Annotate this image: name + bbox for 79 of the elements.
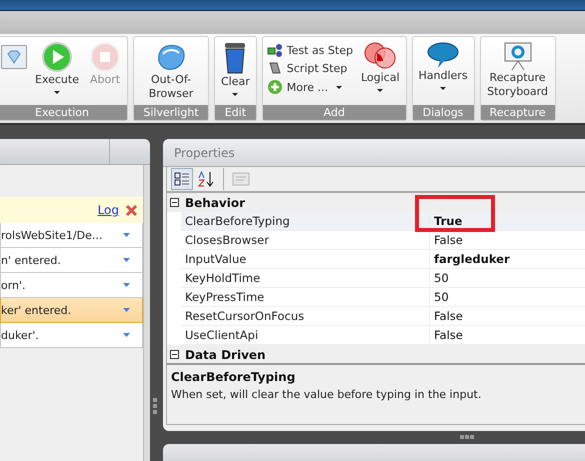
property-row[interactable]: KeyHoldTime 50 (181, 269, 585, 288)
property-name: KeyHoldTime (181, 269, 430, 287)
description-title: ClearBeforeTyping (171, 370, 296, 384)
category-label: Behavior (185, 196, 246, 210)
close-icon[interactable] (125, 204, 138, 216)
group-label: Dialogs (412, 105, 474, 120)
property-name: InputValue (181, 250, 430, 268)
ribbon-button[interactable]: Out-Of-Browser (138, 39, 204, 103)
log-row[interactable]: rolsWebSite1/De... (0, 223, 143, 248)
gears-icon (266, 43, 283, 57)
ribbon-button[interactable]: Clear (219, 39, 252, 98)
property-value: False (433, 308, 463, 325)
splitter-grip[interactable] (153, 398, 157, 416)
log-link[interactable]: Log (98, 203, 119, 217)
caret-icon (232, 93, 238, 96)
ribbon-button[interactable]: Script Step (266, 60, 353, 76)
ribbon-button[interactable]: Test as Step (266, 42, 353, 58)
property-value: False (433, 327, 463, 344)
group-label: Silverlight (134, 105, 208, 120)
log-row[interactable]: orn'. (0, 273, 143, 298)
property-name: KeyPressTime (181, 288, 430, 306)
play-icon (41, 41, 73, 73)
property-value: True (433, 213, 462, 230)
gem-icon (6, 50, 22, 64)
log-row[interactable]: ker' entered. (0, 298, 143, 323)
ribbon-button[interactable]: Recapture Storyboard (484, 39, 551, 101)
log-row[interactable]: duker'. (0, 323, 143, 348)
category-label: Data Driven (185, 348, 266, 362)
property-row[interactable]: KeyPressTime 50 (181, 288, 585, 307)
easel-icon (504, 41, 532, 71)
property-value: 50 (433, 270, 449, 287)
ribbon-button[interactable]: Logical (358, 39, 402, 94)
caret-icon (336, 86, 342, 88)
ribbon-button[interactable]: Execute (33, 39, 81, 96)
property-value: False (433, 232, 463, 249)
caret-icon (440, 87, 446, 90)
property-row[interactable]: ClearBeforeTyping True (181, 212, 585, 231)
scrollbar[interactable] (143, 165, 150, 461)
categorized-view-button[interactable] (171, 168, 193, 190)
caret-icon[interactable] (123, 308, 130, 312)
group-label: Execution (0, 105, 127, 120)
caret-icon[interactable] (123, 283, 130, 287)
description-text: When set, will clear the value before typing in the input. (171, 388, 482, 401)
property-value: fargleduker (433, 251, 510, 268)
property-row[interactable]: ClosesBrowser False (181, 231, 585, 250)
property-name: ClearBeforeTyping (181, 212, 430, 230)
group-label: Add (262, 105, 406, 120)
group-label: Recapture (480, 105, 555, 120)
property-value: 50 (433, 289, 449, 306)
ribbon-button[interactable]: Handlers (416, 39, 470, 92)
caret-icon[interactable] (123, 333, 130, 337)
caret-icon (377, 89, 384, 92)
property-row[interactable]: UseClientApi False (181, 326, 585, 345)
ribbon-button[interactable]: More ... (266, 78, 353, 96)
log-text: rolsWebSite1/De... (1, 228, 102, 242)
toolbar-button[interactable] (1, 45, 27, 69)
property-row[interactable]: InputValue fargleduker (181, 250, 585, 269)
property-name: ClosesBrowser (181, 231, 430, 249)
collapse-icon[interactable] (170, 350, 179, 359)
log-text: ker' entered. (1, 304, 72, 316)
property-name: UseClientApi (181, 326, 430, 344)
stop-icon (89, 41, 121, 73)
property-name: ResetCursorOnFocus (181, 307, 430, 325)
log-text: orn'. (1, 278, 26, 292)
log-row[interactable]: n' entered. (0, 248, 143, 273)
log-text: duker'. (1, 328, 39, 342)
plus-icon (266, 79, 283, 95)
trash-icon (223, 41, 248, 75)
caret-icon (54, 91, 60, 94)
collapse-icon[interactable] (170, 198, 179, 207)
splitter-grip[interactable] (460, 435, 474, 439)
venn-icon (363, 41, 398, 71)
property-row[interactable]: ResetCursorOnFocus False (181, 307, 585, 326)
speech-bubble-icon (427, 41, 460, 69)
group-label: Edit (215, 105, 256, 120)
caret-icon[interactable] (123, 258, 130, 262)
caret-icon[interactable] (123, 233, 130, 237)
log-text: n' entered. (1, 254, 61, 266)
panel-title: Properties (163, 139, 585, 167)
